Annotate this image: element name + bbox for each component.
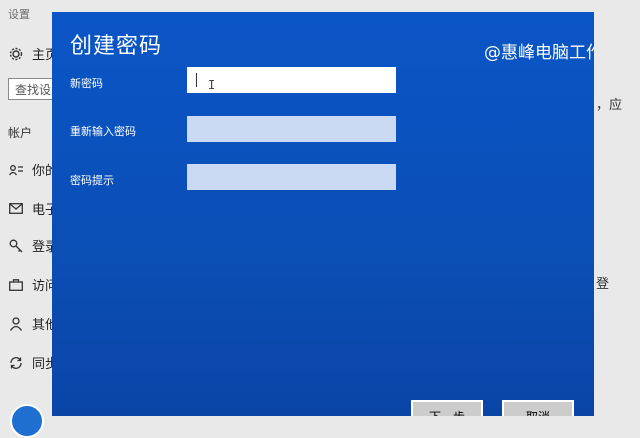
sync-icon <box>8 355 24 371</box>
person-icon <box>8 316 24 332</box>
text-caret <box>196 73 197 87</box>
briefcase-icon <box>8 277 24 293</box>
new-password-field[interactable] <box>187 67 396 93</box>
ibeam-cursor-icon: I <box>208 78 216 92</box>
nav-item-sync[interactable]: 同步 <box>8 353 58 372</box>
background-text: 登 <box>596 277 610 292</box>
password-hint-label: 密码提示 <box>70 174 114 187</box>
reenter-password-label: 重新输入密码 <box>70 125 136 138</box>
background-text: ，应 <box>596 98 623 113</box>
dialog-title: 创建密码 <box>70 34 163 59</box>
cancel-button[interactable]: 取消 <box>502 400 574 416</box>
watermark-text: @惠峰电脑工作室 <box>484 43 594 63</box>
account-info-icon <box>8 162 24 178</box>
avatar <box>10 404 44 438</box>
next-button[interactable]: 下一步 <box>411 400 483 416</box>
new-password-label: 新密码 <box>70 77 103 90</box>
mail-icon <box>8 201 24 217</box>
nav-item-email[interactable]: 电子 <box>8 199 58 218</box>
nav-item-your-info[interactable]: 你的 <box>8 160 58 179</box>
gear-icon <box>8 46 24 62</box>
section-label: 帐户 <box>8 126 33 140</box>
reenter-password-field[interactable] <box>187 116 396 142</box>
nav-item-home[interactable]: 主页 <box>8 44 58 63</box>
nav-item-other-users[interactable]: 其他 <box>8 314 58 333</box>
nav-item-access-work[interactable]: 访问 <box>8 275 58 294</box>
create-password-dialog: 创建密码 @惠峰电脑工作室 新密码 I 重新输入密码 密码提示 下一步 取消 <box>52 12 594 416</box>
password-hint-field[interactable] <box>187 164 396 190</box>
nav-item-sign-in[interactable]: 登录 <box>8 236 58 255</box>
key-icon <box>8 238 24 254</box>
settings-window-title: 设置 <box>8 8 30 21</box>
